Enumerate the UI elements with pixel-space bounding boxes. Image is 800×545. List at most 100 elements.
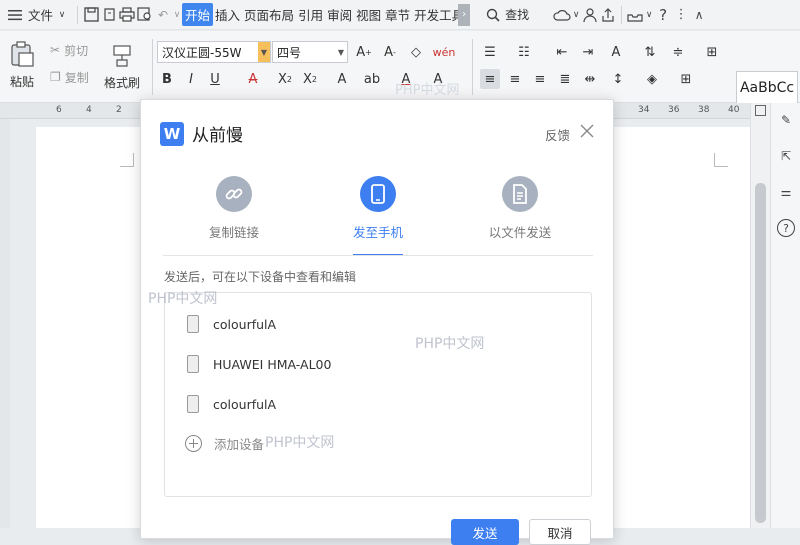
print-preview-icon[interactable] bbox=[136, 6, 154, 24]
paste-button[interactable]: 粘贴 bbox=[4, 37, 40, 93]
cut-button[interactable]: ✂ 剪切 bbox=[50, 41, 88, 59]
tab-insert[interactable]: 插入 bbox=[213, 3, 242, 26]
device-item[interactable]: colourfulA bbox=[187, 395, 276, 413]
feedback-link[interactable]: 反馈 bbox=[545, 125, 570, 144]
align-left-icon[interactable]: ≡ bbox=[480, 69, 500, 89]
tab-review[interactable]: 审阅 bbox=[325, 3, 354, 26]
share-option-copy-link[interactable]: 复制链接 bbox=[189, 176, 279, 241]
increase-indent-icon[interactable]: ⇥ bbox=[578, 42, 598, 62]
collapse-icon[interactable]: ∧ bbox=[690, 6, 708, 24]
style-preview: AaBbCc bbox=[739, 80, 795, 96]
page-nav-icon[interactable] bbox=[755, 105, 766, 116]
add-device-button[interactable]: 添加设备 bbox=[185, 434, 264, 453]
share-dialog: W 从前慢 反馈 复制链接 发至手机 以文件发送 发送后，可在以下设备中查看和编… bbox=[140, 99, 614, 545]
cloud-sync-icon[interactable] bbox=[553, 6, 571, 24]
cancel-button[interactable]: 取消 bbox=[529, 519, 591, 545]
search-button[interactable]: 查找 bbox=[484, 6, 529, 24]
justify-icon[interactable]: ≣ bbox=[555, 69, 575, 89]
edit-icon[interactable]: ✎ bbox=[777, 111, 795, 129]
help-circle-icon[interactable]: ? bbox=[777, 219, 795, 237]
share-option-label: 以文件发送 bbox=[488, 225, 552, 240]
more-tabs-icon[interactable]: › bbox=[458, 3, 471, 26]
border-icon[interactable]: ⊞ bbox=[676, 69, 696, 89]
device-item[interactable]: colourfulA bbox=[187, 315, 276, 333]
file-menu[interactable]: 文件 ∨ bbox=[0, 0, 73, 30]
clear-format-icon[interactable]: ◇ bbox=[406, 42, 426, 62]
copy-button[interactable]: ❐ 复制 bbox=[50, 68, 89, 86]
ruler-tick: 38 bbox=[698, 105, 710, 115]
font-name-select[interactable]: 汉仪正圆-55W ▼ bbox=[157, 41, 271, 63]
send-button[interactable]: 发送 bbox=[451, 519, 519, 545]
hamburger-icon bbox=[6, 6, 24, 24]
tab-home[interactable]: 开始 bbox=[182, 3, 214, 26]
collaborate-icon[interactable] bbox=[581, 6, 599, 24]
align-center-icon[interactable]: ≡ bbox=[505, 69, 525, 89]
print-icon[interactable] bbox=[118, 6, 136, 24]
decrease-font-icon[interactable]: A- bbox=[380, 42, 400, 62]
undo-icon[interactable]: ↶ bbox=[154, 6, 172, 24]
table-icon[interactable]: ⊞ bbox=[702, 42, 722, 62]
share-option-send-file[interactable]: 以文件发送 bbox=[475, 176, 565, 241]
close-icon[interactable] bbox=[579, 123, 595, 139]
phone-icon bbox=[187, 315, 199, 333]
chevron-down-icon: ∨ bbox=[645, 9, 653, 20]
italic-icon[interactable]: I bbox=[181, 69, 201, 89]
copy-icon: ❐ bbox=[50, 70, 61, 84]
strikethrough-icon[interactable]: A bbox=[243, 69, 263, 89]
show-marks-icon[interactable]: ≑ bbox=[668, 42, 688, 62]
vertical-scrollbar[interactable] bbox=[750, 103, 770, 528]
scissors-icon: ✂ bbox=[50, 43, 61, 57]
chevron-down-icon: ∨ bbox=[58, 9, 66, 20]
font-color-icon[interactable]: A bbox=[396, 69, 416, 89]
share-option-label: 发至手机 bbox=[352, 225, 403, 240]
superscript-icon[interactable]: X2 bbox=[275, 69, 295, 89]
share-option-label: 复制链接 bbox=[208, 225, 259, 240]
right-task-pane: ✎ ⇱ ⚌ ? bbox=[770, 103, 800, 528]
share-icon[interactable] bbox=[599, 6, 617, 24]
send-hint: 发送后，可在以下设备中查看和编辑 bbox=[164, 270, 357, 284]
settings-sliders-icon[interactable]: ⚌ bbox=[777, 183, 795, 201]
tab-view[interactable]: 视图 bbox=[354, 3, 383, 26]
scroll-thumb[interactable] bbox=[755, 183, 766, 523]
chevron-down-icon: ▼ bbox=[258, 42, 270, 62]
line-spacing-icon[interactable]: ↕ bbox=[608, 69, 628, 89]
align-right-icon[interactable]: ≡ bbox=[530, 69, 550, 89]
tray-icon[interactable] bbox=[626, 6, 644, 24]
phonetic-icon[interactable]: wén bbox=[433, 42, 456, 62]
chevron-down-icon: ▼ bbox=[337, 47, 345, 57]
decrease-indent-icon[interactable]: ⇤ bbox=[552, 42, 572, 62]
char-shading-icon[interactable]: A bbox=[428, 69, 448, 89]
increase-font-icon[interactable]: A + bbox=[354, 42, 374, 62]
share-option-send-to-phone[interactable]: 发至手机 bbox=[333, 176, 423, 241]
phone-icon bbox=[187, 355, 199, 373]
more-icon[interactable]: ⋮ bbox=[672, 6, 690, 24]
tab-developer[interactable]: 开发工具 bbox=[412, 3, 458, 26]
format-painter-button[interactable]: 格式刷 bbox=[102, 39, 142, 95]
distribute-icon[interactable]: ⇹ bbox=[580, 69, 600, 89]
sort-icon[interactable]: ⇅ bbox=[640, 42, 660, 62]
numbered-list-icon[interactable]: ☷ bbox=[514, 42, 534, 62]
export-icon[interactable] bbox=[100, 6, 118, 24]
select-icon[interactable]: ⇱ bbox=[777, 147, 795, 165]
subscript-icon[interactable]: X2 bbox=[300, 69, 320, 89]
help-icon[interactable]: ? bbox=[654, 6, 672, 24]
bold-icon[interactable]: B bbox=[157, 69, 177, 89]
char-spacing-icon[interactable]: A bbox=[606, 42, 626, 62]
ribbon: 粘贴 ✂ 剪切 ❐ 复制 格式刷 汉仪正圆-55W ▼ 四号 ▼ A + A- ◇… bbox=[0, 31, 800, 125]
underline-icon[interactable]: U bbox=[205, 69, 225, 89]
highlight-icon[interactable]: ab bbox=[362, 69, 382, 89]
device-name: colourfulA bbox=[213, 396, 277, 412]
paste-icon bbox=[11, 40, 34, 67]
tab-chapter[interactable]: 章节 bbox=[383, 3, 412, 26]
tab-references[interactable]: 引用 bbox=[296, 3, 325, 26]
search-icon bbox=[484, 6, 502, 24]
text-effect-icon[interactable]: A bbox=[332, 69, 352, 89]
bullet-list-icon[interactable]: ☰ bbox=[480, 42, 500, 62]
font-size-select[interactable]: 四号 ▼ bbox=[272, 41, 348, 63]
save-icon[interactable] bbox=[82, 6, 100, 24]
device-item[interactable]: HUAWEI HMA-AL00 bbox=[187, 355, 331, 373]
tab-page-layout[interactable]: 页面布局 bbox=[242, 3, 296, 26]
search-label: 查找 bbox=[505, 8, 530, 22]
shading-icon[interactable]: ◈ bbox=[642, 69, 662, 89]
ruler-tick: 4 bbox=[86, 105, 92, 115]
